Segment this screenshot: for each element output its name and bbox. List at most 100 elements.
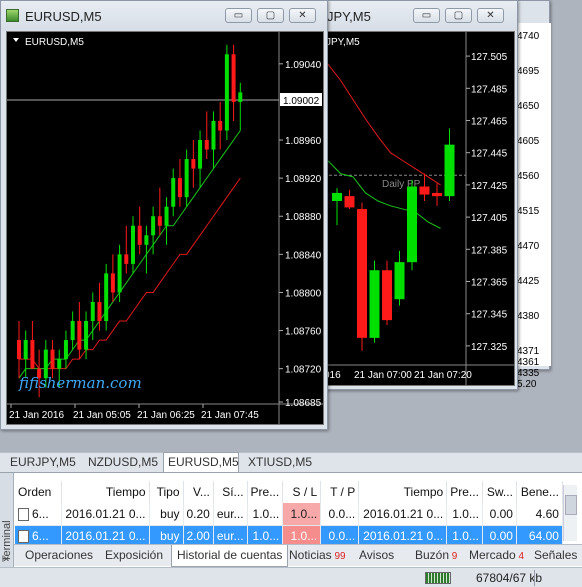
document-icon bbox=[18, 507, 29, 521]
terminal-tab[interactable]: Mercado 4 bbox=[464, 545, 529, 566]
candle-body bbox=[124, 254, 129, 264]
price-tick-label: 4650 bbox=[517, 101, 540, 112]
table-cell: eur... bbox=[213, 503, 248, 526]
dropdown-icon bbox=[13, 38, 19, 42]
chart-area-eurjpy[interactable]: JPY,M5 Daily PP 127.505 127.485 127.465 127.4… bbox=[323, 31, 515, 386]
minimize-button[interactable]: ▭ bbox=[225, 8, 252, 23]
status-bar: 67804/67 kb bbox=[0, 567, 582, 587]
candle-body bbox=[63, 340, 68, 360]
terminal-tab[interactable]: Operaciones bbox=[20, 545, 98, 566]
vertical-scrollbar[interactable] bbox=[563, 485, 577, 541]
candle-body bbox=[218, 120, 223, 131]
chart-area-eurusd[interactable]: EURUSD,M5 1.09040 1.09002 1.08960 1.08920 1.0… bbox=[6, 31, 324, 425]
column-header[interactable]: Tiempo bbox=[358, 481, 448, 503]
time-tick-label: 21 Jan 07:20 bbox=[414, 370, 472, 381]
tab-count-badge: 9 bbox=[449, 551, 458, 562]
document-icon bbox=[18, 530, 29, 544]
tab-count-badge: 4 bbox=[515, 551, 525, 562]
column-header[interactable]: Sw... bbox=[482, 481, 517, 503]
chart-window-icon bbox=[6, 9, 19, 22]
time-tick-label: 21 Jan 07:45 bbox=[201, 410, 259, 421]
candle-body bbox=[444, 144, 455, 197]
close-button[interactable]: ✕ bbox=[477, 8, 504, 23]
candle-body bbox=[77, 321, 82, 350]
candle-body bbox=[90, 301, 95, 322]
column-header[interactable]: S / L bbox=[282, 481, 322, 503]
eurjpy-chart[interactable]: JPY,M5Daily PP127.505127.485127.465127.4… bbox=[324, 32, 514, 385]
candle-body bbox=[144, 235, 149, 245]
eurusd-chart[interactable]: EURUSD,M5 1.09040 1.09002 1.08960 1.08920 1.0… bbox=[7, 32, 323, 424]
current-price-label: 1.09002 bbox=[283, 96, 320, 107]
candle-body bbox=[184, 159, 189, 198]
column-header[interactable]: Pre... bbox=[446, 481, 483, 503]
column-header[interactable]: Pre... bbox=[247, 481, 284, 503]
column-header[interactable]: Sí... bbox=[213, 481, 248, 503]
tab-eurjpy[interactable]: EURJPY,M5 bbox=[6, 453, 80, 473]
price-tick-label: 1.08960 bbox=[285, 136, 322, 147]
tab-xtiusd[interactable]: XTIUSD,M5 bbox=[244, 453, 316, 473]
price-tick-label: 4335 bbox=[517, 368, 540, 379]
maximize-button[interactable]: ▢ bbox=[445, 8, 472, 23]
candle-body bbox=[50, 349, 55, 369]
column-header[interactable]: Tipo bbox=[149, 481, 184, 503]
column-header[interactable]: Orden bbox=[15, 481, 62, 503]
terminal-tab[interactable]: Avisos bbox=[354, 545, 399, 566]
terminal-tab[interactable]: Buzón 9 bbox=[410, 545, 462, 566]
table-cell: 2016.01.21 0... bbox=[61, 503, 150, 526]
price-tick-label: 127.505 bbox=[471, 52, 508, 63]
terminal-side-bar: × Terminal bbox=[0, 473, 14, 568]
watermark-text: fifisherman.com bbox=[18, 374, 142, 392]
chart-window-eurjpy[interactable]: JPY,M5 ▭ ▢ ✕ JPY,M5 Daily PP 127.505 127.48… bbox=[318, 0, 518, 390]
candle-body bbox=[238, 92, 243, 102]
candle-body bbox=[224, 54, 229, 131]
price-tick-label: 127.385 bbox=[471, 245, 508, 256]
price-tick-label: 4470 bbox=[517, 241, 540, 252]
terminal-tabs: Operaciones Exposición Historial de cuenta… bbox=[14, 544, 582, 567]
terminal-tab[interactable]: Señales bbox=[529, 545, 582, 566]
table-row[interactable]: 6... 2016.01.21 0... buy 0.20 eur... 1.0... 1.… bbox=[15, 503, 563, 526]
tab-count-badge: 99 bbox=[331, 551, 346, 562]
maximize-button[interactable]: ▢ bbox=[257, 8, 284, 23]
column-header[interactable]: T / P bbox=[320, 481, 360, 503]
terminal-tab[interactable]: Historial de cuentas bbox=[171, 545, 289, 567]
price-tick-label: 127.465 bbox=[471, 117, 508, 128]
price-tick-label: 127.405 bbox=[471, 213, 508, 224]
candle-body bbox=[394, 262, 405, 300]
window-titlebar[interactable]: EURUSD,M5 ▭ ▢ ✕ bbox=[1, 1, 327, 31]
price-tick-label: 4361 bbox=[517, 357, 540, 368]
price-tick-label: 127.445 bbox=[471, 149, 508, 160]
tab-nzdusd[interactable]: NZDUSD,M5 bbox=[84, 453, 162, 473]
candle-body bbox=[117, 254, 122, 293]
minimize-button[interactable]: ▭ bbox=[413, 8, 440, 23]
price-tick-label: 4605 bbox=[517, 136, 540, 147]
candle-body bbox=[344, 196, 355, 208]
candle-body bbox=[104, 273, 109, 322]
table-cell: 2016.01.21 0... bbox=[358, 503, 448, 526]
column-header[interactable]: Tiempo bbox=[61, 481, 150, 503]
candle-body bbox=[369, 270, 380, 338]
table-cell: 0.0... bbox=[320, 503, 360, 526]
candle-body bbox=[157, 216, 162, 226]
price-tick-label: 127.425 bbox=[471, 181, 508, 192]
slow-ma-line bbox=[327, 63, 441, 186]
price-tick-label: 1.08920 bbox=[285, 174, 322, 185]
chart-symbol-label: JPY,M5 bbox=[326, 37, 360, 48]
price-tick-label: 127.345 bbox=[471, 310, 508, 321]
terminal-tab[interactable]: Noticias 99 bbox=[284, 545, 351, 566]
terminal-tab[interactable]: Exposición bbox=[100, 545, 168, 566]
table-cell: 1.0... bbox=[247, 503, 284, 526]
price-tick-label: 4560 bbox=[517, 171, 540, 182]
tab-eurusd[interactable]: EURUSD,M5 bbox=[163, 452, 239, 473]
price-tick-label: 1.08840 bbox=[285, 250, 322, 261]
price-tick-label: 4515 bbox=[517, 206, 540, 217]
column-header[interactable]: Bene... bbox=[516, 481, 563, 503]
candle-body bbox=[432, 192, 442, 197]
chart-window-eurusd[interactable]: EURUSD,M5 ▭ ▢ ✕ EURUSD,M5 1.09040 1.09002 1… bbox=[0, 0, 328, 430]
window-titlebar[interactable]: JPY,M5 ▭ ▢ ✕ bbox=[319, 1, 517, 31]
column-header[interactable]: V... bbox=[183, 481, 214, 503]
price-tick-label: 1.08880 bbox=[285, 212, 322, 223]
candle-body bbox=[30, 340, 35, 369]
close-button[interactable]: ✕ bbox=[289, 8, 316, 23]
candle-body bbox=[84, 321, 89, 350]
price-tick-label: 4380 bbox=[517, 311, 540, 322]
